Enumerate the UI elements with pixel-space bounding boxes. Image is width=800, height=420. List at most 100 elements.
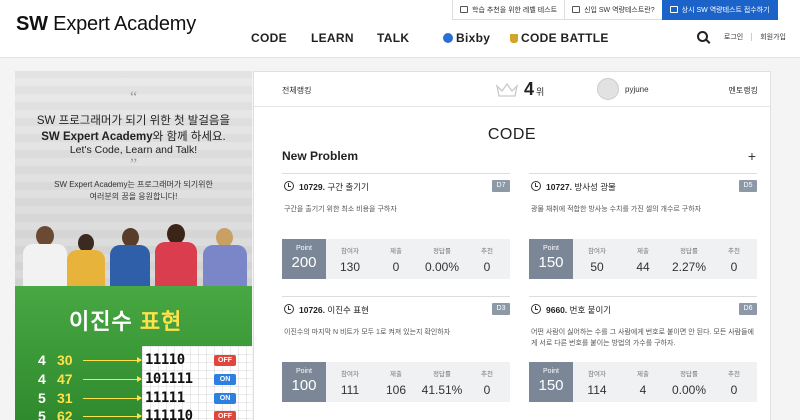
recommend-count: 0 (730, 260, 738, 274)
problem-stats: Point 200 참여자 130 제출 0 정답률 0.00% 추천 0 (282, 239, 510, 279)
arrow-icon (83, 357, 142, 363)
top-button-bar: 학습 추천을 위한 레벨 테스트 신입 SW 역량테스트란? 상시 SW 역량테… (452, 0, 778, 20)
problem-desc: 어떤 사람이 싫어하는 수를 그 사람에게 번호로 붙이면 안 된다. 모든 사… (531, 329, 754, 347)
arrow-icon (83, 376, 142, 382)
problem-title[interactable]: 10727. 방사성 광물 (546, 181, 616, 193)
clock-icon (531, 304, 541, 314)
binary-row: 5 31 11111 ON (15, 390, 252, 408)
accuracy-rate: 41.51% (421, 383, 463, 397)
problem-desc: 이진수의 마지막 N 비트가 모두 1로 켜져 있는지 확인하자 (284, 329, 451, 336)
problem-desc: 광물 채취에 적합한 방사능 수치를 가진 셀의 개수르 구하자 (531, 206, 702, 213)
header-utilities: 로그인 회원가입 (696, 31, 786, 42)
problem-title[interactable]: 10729. 구간 출기기 (299, 181, 369, 193)
participants-count: 114 (587, 383, 607, 397)
level-badge: D5 (739, 180, 757, 192)
promo-title: 이진수 표현 (69, 309, 183, 334)
clock-icon (531, 181, 541, 191)
accuracy-rate: 0.00% (424, 260, 460, 274)
participants-count: 130 (339, 260, 361, 274)
problem-card[interactable]: 10727. 방사성 광물 D5 광물 채취에 적합한 방사능 수치를 가진 셀… (529, 173, 757, 279)
submission-count: 4 (639, 383, 647, 397)
left-banner-column: “ SW 프로그래머가 되기 위한 첫 발걸음을 SW Expert Acade… (15, 71, 252, 420)
point-box: Point 100 (282, 362, 326, 402)
welcome-banner[interactable]: “ SW 프로그래머가 되기 위한 첫 발걸음을 SW Expert Acade… (15, 71, 252, 286)
arrow-icon (83, 395, 142, 401)
ranking-bar: 전체랭킹 4위 pyjune 멘토랭킹 (254, 72, 770, 107)
level-badge: D6 (739, 303, 757, 315)
binary-row: 4 47 101111 ON (15, 371, 252, 389)
site-header: SW Expert Academy 학습 추천을 위한 레벨 테스트 신입 SW… (0, 0, 800, 58)
avatar[interactable] (597, 78, 619, 100)
new-problem-heading: New Problem (282, 149, 359, 163)
problem-stats: Point 100 참여자 111 제출 106 정답률 41.51% 추천 0 (282, 362, 510, 402)
sw-test-info-button[interactable]: 신입 SW 역량테스트란? (564, 0, 663, 20)
user-rank: 4위 (524, 79, 545, 99)
login-link[interactable]: 로그인 (724, 32, 743, 42)
signup-link[interactable]: 회원가입 (760, 32, 786, 42)
problem-card[interactable]: 9660. 번호 붙이기 D6 어떤 사람이 싫어하는 수를 그 사람에게 번호… (529, 296, 757, 402)
point-box: Point 150 (529, 239, 573, 279)
status-tag: OFF (214, 411, 236, 420)
banner-line-2: SW Expert Academy와 함께 하세요. (41, 131, 226, 143)
level-test-button[interactable]: 학습 추천을 위한 레벨 테스트 (452, 0, 566, 20)
students-illustration (15, 211, 252, 286)
sw-test-apply-button[interactable]: 상시 SW 역량테스트 접수하기 (661, 0, 778, 20)
open-quote-icon: “ (129, 89, 138, 106)
submission-count: 44 (636, 260, 650, 274)
clock-icon (284, 304, 294, 314)
point-box: Point 150 (529, 362, 573, 402)
problem-title[interactable]: 9660. 번호 붙이기 (546, 304, 611, 316)
more-plus-icon[interactable]: + (748, 148, 756, 164)
problem-stats: Point 150 참여자 50 제출 44 정답률 2.27% 추천 0 (529, 239, 757, 279)
accuracy-rate: 2.27% (671, 260, 707, 274)
clock-icon (284, 181, 294, 191)
banner-line-3: Let's Code, Learn and Talk! (69, 144, 198, 156)
problem-title[interactable]: 10726. 이진수 표현 (299, 304, 369, 316)
recommend-count: 0 (483, 383, 491, 397)
recommend-count: 0 (730, 383, 738, 397)
binary-row: 5 62 111110 OFF (15, 408, 252, 420)
problem-card[interactable]: 10726. 이진수 표현 D3 이진수의 마지막 N 비트가 모두 1로 켜져… (282, 296, 510, 402)
username[interactable]: pyjune (625, 85, 649, 94)
level-badge: D3 (492, 303, 510, 315)
divider (751, 32, 753, 41)
submission-count: 106 (385, 383, 407, 397)
nav-code-battle[interactable]: CODE BATTLE (510, 31, 609, 45)
submission-count: 0 (392, 260, 400, 274)
crown-icon (496, 83, 518, 97)
nav-code[interactable]: CODE (251, 31, 287, 45)
problem-promo-banner[interactable]: 이진수 표현 4 30 11110 OFF 4 47 101111 ON 5 31 111… (15, 286, 252, 420)
banner-sub-1: SW Expert Academy는 프로그래머가 되기위한 (54, 180, 213, 189)
banner-sub-2: 여러분의 꿈을 응원합니다! (89, 192, 178, 201)
status-tag: OFF (214, 355, 236, 366)
code-panel: 전체랭킹 4위 pyjune 멘토랭킹 CODE New Problem + 1… (253, 71, 771, 420)
accuracy-rate: 0.00% (671, 383, 707, 397)
level-badge: D7 (492, 180, 510, 192)
document-icon (669, 6, 678, 13)
main-nav: CODE LEARN TALK Bixby CODE BATTLE (0, 31, 800, 47)
mentor-ranking-link[interactable]: 멘토랭킹 (729, 85, 758, 96)
participants-count: 111 (340, 383, 360, 397)
point-box: Point 200 (282, 239, 326, 279)
problem-desc: 구간을 출기기 위한 최소 비용을 구하자 (284, 206, 397, 213)
monitor-icon (572, 6, 581, 13)
status-tag: ON (214, 374, 236, 385)
overall-ranking-link[interactable]: 전체랭킹 (282, 85, 311, 96)
nav-talk[interactable]: TALK (377, 31, 409, 45)
recommend-count: 0 (483, 260, 491, 274)
problem-card[interactable]: 10729. 구간 출기기 D7 구간을 출기기 위한 최소 비용을 구하자 P… (282, 173, 510, 279)
section-title: CODE (487, 126, 537, 143)
nav-bixby[interactable]: Bixby (443, 31, 490, 45)
bixby-icon (443, 33, 453, 43)
status-tag: ON (214, 393, 236, 404)
search-icon[interactable] (696, 31, 708, 42)
arrow-icon (83, 413, 142, 419)
check-icon (460, 6, 468, 13)
nav-learn[interactable]: LEARN (311, 31, 354, 45)
trophy-icon (510, 34, 518, 43)
participants-count: 50 (590, 260, 604, 274)
problem-stats: Point 150 참여자 114 제출 4 정답률 0.00% 추천 0 (529, 362, 757, 402)
banner-line-1: SW 프로그래머가 되기 위한 첫 발걸음을 (36, 115, 231, 127)
binary-row: 4 30 11110 OFF (15, 352, 252, 370)
close-quote-icon: ” (129, 156, 138, 173)
